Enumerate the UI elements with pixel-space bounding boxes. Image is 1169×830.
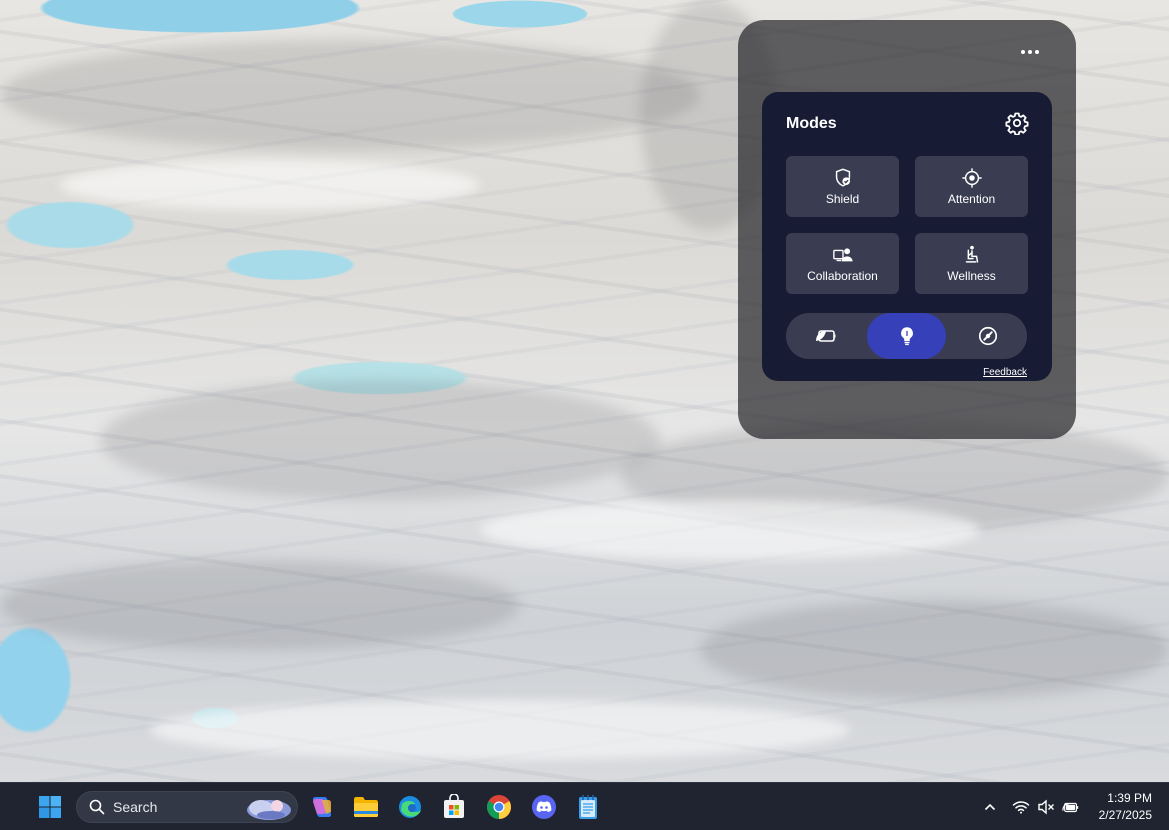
performance-mode-option[interactable] — [948, 313, 1027, 359]
tile-label-attention: Attention — [947, 192, 996, 206]
network-button[interactable] — [1012, 798, 1030, 816]
chevron-up-icon — [984, 803, 996, 811]
edge-icon — [399, 796, 421, 818]
tile-label-collaboration: Collaboration — [807, 269, 878, 283]
volume-button[interactable] — [1037, 798, 1055, 816]
battery-button[interactable] — [1062, 798, 1080, 816]
wifi-icon — [1012, 801, 1030, 814]
mode-tile-attention[interactable]: Attention — [915, 156, 1028, 217]
microsoft-store-icon — [444, 794, 464, 818]
notepad-button[interactable] — [572, 791, 604, 823]
tile-label-shield: Shield — [825, 192, 860, 206]
notepad-icon — [579, 794, 597, 819]
more-horizontal-icon — [1021, 50, 1025, 54]
gear-icon — [1005, 112, 1029, 136]
taskbar: Search 1:39 PM 2/27/2025 — [0, 782, 1169, 830]
file-explorer-icon — [354, 797, 378, 817]
more-options-button[interactable] — [1018, 42, 1042, 62]
chrome-icon — [486, 795, 511, 819]
chrome-button[interactable] — [483, 791, 515, 823]
microsoft-store-button[interactable] — [438, 791, 470, 823]
shield-check-icon — [835, 168, 850, 187]
search-highlight-icon — [247, 800, 291, 820]
copilot-icon — [312, 797, 332, 817]
mode-tile-collaboration[interactable]: Collaboration — [786, 233, 899, 294]
mode-tile-wellness[interactable]: Wellness — [915, 233, 1028, 294]
edge-button[interactable] — [394, 791, 426, 823]
power-mode-toggle — [786, 313, 1027, 359]
show-hidden-icons-button[interactable] — [981, 798, 999, 816]
battery-saver-icon — [815, 330, 835, 342]
battery-icon — [1062, 802, 1079, 813]
battery-saver-option[interactable] — [786, 313, 865, 359]
taskbar-search-box[interactable]: Search — [76, 791, 298, 823]
discord-icon — [532, 795, 556, 819]
seated-person-icon — [965, 245, 978, 263]
modes-card: Modes Shield Attention Collaboration Wel… — [762, 92, 1052, 381]
windows-start-icon — [39, 796, 61, 818]
mode-tile-shield[interactable]: Shield — [786, 156, 899, 217]
balanced-mode-option[interactable] — [867, 313, 946, 359]
system-clock[interactable]: 1:39 PM 2/27/2025 — [1082, 790, 1152, 824]
clock-time: 1:39 PM — [1107, 791, 1152, 805]
clock-date: 2/27/2025 — [1098, 808, 1152, 822]
volume-muted-icon — [1038, 799, 1054, 815]
speedometer-icon — [978, 326, 997, 346]
modes-title: Modes — [786, 115, 837, 132]
feedback-link[interactable]: Feedback — [983, 367, 1027, 378]
search-placeholder: Search — [113, 799, 158, 815]
tile-label-wellness: Wellness — [947, 269, 996, 283]
modes-widget-panel: Modes Shield Attention Collaboration Wel… — [738, 20, 1076, 439]
settings-button[interactable] — [1005, 111, 1029, 136]
file-explorer-button[interactable] — [350, 791, 382, 823]
crosshair-icon — [961, 168, 982, 188]
discord-button[interactable] — [528, 791, 560, 823]
copilot-button[interactable] — [306, 791, 338, 823]
start-button[interactable] — [34, 791, 66, 823]
lightbulb-icon — [900, 327, 913, 346]
collaboration-icon — [832, 248, 853, 262]
search-icon — [89, 799, 105, 815]
